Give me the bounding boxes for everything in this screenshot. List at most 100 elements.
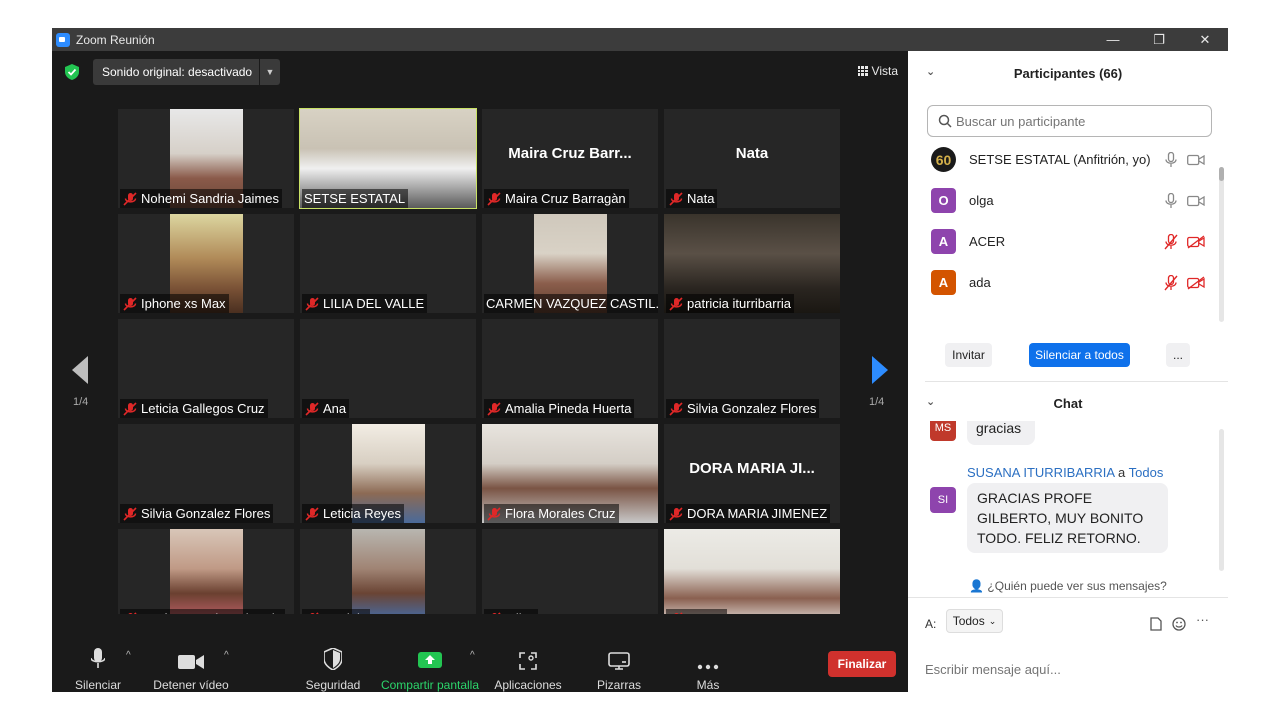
chevron-down-icon[interactable]: ▼ <box>259 59 280 85</box>
security-button[interactable]: Seguridad <box>302 614 364 692</box>
share-screen-button[interactable]: Compartir pantalla <box>378 614 482 692</box>
mute-button[interactable]: Silenciar <box>70 614 126 692</box>
participant-search[interactable] <box>927 105 1212 137</box>
whiteboards-button[interactable]: Pizarras <box>592 614 646 692</box>
chat-message-input[interactable] <box>925 662 1215 677</box>
video-tile[interactable]: LILIA DEL VALLE <box>300 214 476 313</box>
who-can-see-link[interactable]: 👤 ¿Quién puede ver sus mensajes? <box>908 579 1228 593</box>
participant-name-label: Silvia Gonzalez Flores <box>666 399 820 418</box>
more-label: Más <box>696 678 720 692</box>
more-button[interactable]: Más <box>682 614 734 692</box>
participant-row[interactable]: 60 SETSE ESTATAL (Anfitrión, yo) <box>908 139 1220 180</box>
video-tile[interactable]: CARMEN VAZQUEZ CASTIL... <box>482 214 658 313</box>
chat-header: ⌄ Chat <box>908 381 1228 425</box>
participants-scrollbar-thumb[interactable] <box>1219 167 1224 181</box>
video-tile[interactable]: DORA MARIA JI... DORA MARIA JIMENEZ <box>664 424 840 523</box>
participant-name-label: SETSE ESTATAL <box>302 189 409 208</box>
participant-avatar: 60 <box>931 147 956 172</box>
video-camera-icon <box>178 655 204 669</box>
collapse-participants-chevron-icon[interactable]: ⌄ <box>926 65 935 78</box>
shield-check-icon[interactable] <box>65 64 79 80</box>
muted-microphone-icon <box>668 506 684 521</box>
video-tile[interactable]: Flora Morales Cruz <box>482 424 658 523</box>
video-tile[interactable]: Ana <box>300 319 476 418</box>
muted-microphone-icon <box>486 401 502 416</box>
chat-more-icon[interactable]: ··· <box>1196 612 1209 627</box>
video-tile[interactable]: Nata Nata <box>664 109 840 208</box>
participant-name-label: CARMEN VAZQUEZ CASTIL... <box>484 294 658 313</box>
apps-button[interactable]: Aplicaciones <box>492 614 564 692</box>
participant-row[interactable]: Aada <box>908 262 1220 303</box>
chevron-down-icon: ⌄ <box>988 615 997 626</box>
muted-microphone-icon <box>122 296 138 311</box>
participant-row[interactable]: A ACER <box>908 221 1220 262</box>
chat-recipient-select[interactable]: Todos ⌄ <box>946 609 1003 633</box>
video-grid: Nohemi Sandria Jaimes SETSE ESTATAL Maira … <box>118 108 842 631</box>
video-tile[interactable]: Maira Cruz Barr... Maira Cruz Barragàn <box>482 109 658 208</box>
video-tile[interactable]: Leticia Reyes <box>300 424 476 523</box>
emoji-icon[interactable] <box>1172 617 1186 631</box>
video-options-caret-icon[interactable]: ^ <box>224 650 229 661</box>
microphone-icon[interactable] <box>1164 151 1178 168</box>
participant-row[interactable]: Oolga <box>908 180 1220 221</box>
original-sound-toggle[interactable]: Sonido original: desactivado ▼ <box>93 59 280 85</box>
share-screen-icon <box>418 652 442 668</box>
participant-name: Leticia Gallegos Cruz <box>141 401 265 416</box>
muted-microphone-icon[interactable] <box>1164 233 1178 250</box>
muted-microphone-icon[interactable] <box>1164 274 1178 291</box>
collapse-chat-chevron-icon[interactable]: ⌄ <box>926 395 935 408</box>
security-label: Seguridad <box>305 678 361 692</box>
mute-all-button[interactable]: Silenciar a todos <box>1029 343 1130 367</box>
participant-name: Flora Morales Cruz <box>505 506 616 521</box>
video-tile[interactable]: Nohemi Sandria Jaimes <box>118 109 294 208</box>
zoom-window: Zoom Reunión — ❐ ✕ Sonido original: desa… <box>52 28 1228 692</box>
video-camera-icon[interactable] <box>1187 194 1205 208</box>
participant-name: Iphone xs Max <box>141 296 226 311</box>
video-camera-icon[interactable] <box>1187 153 1205 167</box>
chat-compose: A: Todos ⌄ ··· <box>908 597 1228 692</box>
share-screen-label: Compartir pantalla <box>380 678 480 692</box>
chat-scrollbar-track[interactable] <box>1219 429 1224 571</box>
video-tile[interactable]: SETSE ESTATAL <box>299 108 477 209</box>
close-icon[interactable]: ✕ <box>1182 28 1228 51</box>
muted-microphone-icon <box>304 506 320 521</box>
video-tile[interactable]: Silvia Gonzalez Flores <box>664 319 840 418</box>
more-dots-icon <box>697 664 719 670</box>
end-meeting-button[interactable]: Finalizar <box>828 651 896 677</box>
participant-search-input[interactable] <box>956 113 1196 129</box>
video-off-icon[interactable] <box>1187 275 1205 290</box>
previous-page-arrow-icon[interactable] <box>72 356 88 384</box>
participant-display-name: DORA MARIA JI... <box>689 460 815 477</box>
participant-name: Leticia Reyes <box>323 506 402 521</box>
muted-microphone-icon <box>486 191 502 206</box>
stop-video-button[interactable]: Detener vídeo <box>148 614 234 692</box>
original-sound-label: Sonido original: desactivado <box>102 65 253 79</box>
share-options-caret-icon[interactable]: ^ <box>470 650 475 661</box>
invite-button[interactable]: Invitar <box>945 343 992 367</box>
next-page-arrow-icon[interactable] <box>872 356 888 384</box>
participant-list-name: olga <box>969 193 994 208</box>
participants-list: 60 SETSE ESTATAL (Anfitrión, yo) Oolga A ACE… <box>908 139 1220 303</box>
video-off-icon[interactable] <box>1187 234 1205 249</box>
participant-name-label: Iphone xs Max <box>120 294 229 313</box>
file-icon[interactable] <box>1150 617 1162 631</box>
security-shield-icon <box>324 648 342 670</box>
video-tile[interactable]: Silvia Gonzalez Flores <box>118 424 294 523</box>
minimize-icon[interactable]: — <box>1090 28 1136 51</box>
participant-list-name: ada <box>969 275 991 290</box>
view-button[interactable]: Vista <box>857 64 898 78</box>
video-tile[interactable]: patricia iturribarria <box>664 214 840 313</box>
participants-scrollbar-track[interactable] <box>1219 167 1224 322</box>
video-tile[interactable]: Leticia Gallegos Cruz <box>118 319 294 418</box>
chat-avatar-sender: SI <box>930 487 956 513</box>
chat-to-target[interactable]: Todos <box>1129 465 1164 480</box>
restore-icon[interactable]: ❐ <box>1136 28 1182 51</box>
audio-options-caret-icon[interactable]: ^ <box>126 650 131 661</box>
video-tile[interactable]: Iphone xs Max <box>118 214 294 313</box>
chat-title: Chat <box>1053 395 1083 411</box>
participant-name-label: Flora Morales Cruz <box>484 504 619 523</box>
participants-more-button[interactable]: ... <box>1166 343 1190 367</box>
microphone-icon[interactable] <box>1164 192 1178 209</box>
muted-microphone-icon <box>122 191 138 206</box>
video-tile[interactable]: Amalia Pineda Huerta <box>482 319 658 418</box>
